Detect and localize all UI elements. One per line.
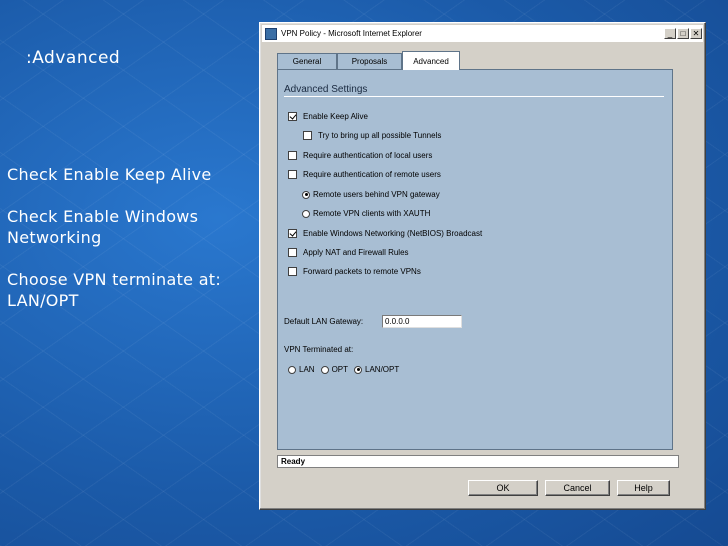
help-button[interactable]: Help [617,480,670,496]
auth-remote-label: Require authentication of remote users [303,170,441,179]
auth-remote-checkbox[interactable] [288,170,297,179]
auth-local-checkbox[interactable] [288,151,297,160]
section-divider [284,96,664,97]
auth-local-label: Require authentication of local users [303,151,433,160]
remote-xauth-label: Remote VPN clients with XAUTH [313,209,431,218]
note-keep-alive: Check Enable Keep Alive [7,165,212,184]
netbios-checkbox[interactable] [288,229,297,238]
remote-behind-gateway-label: Remote users behind VPN gateway [313,190,440,199]
nat-rules-label: Apply NAT and Firewall Rules [303,248,409,257]
option-remote-xauth[interactable]: Remote VPN clients with XAUTH [302,209,430,218]
vpn-terminated-label: VPN Terminated at: [284,345,353,354]
forward-packets-label: Forward packets to remote VPNs [303,267,421,276]
section-title: Advanced Settings [284,84,368,95]
keep-alive-checkbox[interactable] [288,112,297,121]
option-nat-rules[interactable]: Apply NAT and Firewall Rules [288,248,409,257]
tab-advanced[interactable]: Advanced [402,51,460,70]
netbios-label: Enable Windows Networking (NetBIOS) Broa… [303,229,483,238]
slide-heading: :Advanced [26,48,121,68]
option-netbios[interactable]: Enable Windows Networking (NetBIOS) Broa… [288,229,482,238]
nat-rules-checkbox[interactable] [288,248,297,257]
forward-packets-checkbox[interactable] [288,267,297,276]
tab-bar: General Proposals Advanced [277,51,460,70]
remote-xauth-radio[interactable] [302,209,310,218]
option-auth-remote[interactable]: Require authentication of remote users [288,170,441,179]
maximize-icon[interactable]: □ [677,28,689,39]
ie-app-icon [265,27,277,40]
window-titlebar[interactable]: VPN Policy - Microsoft Internet Explorer… [262,25,703,42]
default-lan-gateway-label: Default LAN Gateway: [284,317,363,326]
vpn-lan-radio[interactable] [288,365,296,374]
vpn-opt-label: OPT [331,365,349,374]
close-icon[interactable]: ✕ [690,28,702,39]
option-keep-alive[interactable]: Enable Keep Alive [288,112,368,121]
vpn-terminated-text: VPN Terminated at: [284,345,354,354]
status-bar: Ready [277,455,679,468]
option-forward-packets[interactable]: Forward packets to remote VPNs [288,267,421,276]
minimize-icon[interactable]: _ [664,28,676,39]
tab-general[interactable]: General [277,53,337,69]
note-vpn-terminate: Choose VPN terminate at: LAN/OPT [7,270,222,310]
slide-notes: Check Enable Keep Alive Check Enable Win… [7,164,242,332]
vpn-lan-opt-radio[interactable] [354,365,363,374]
default-lan-gateway-input[interactable]: 0.0.0.0 [382,315,462,328]
tab-proposals[interactable]: Proposals [337,53,402,69]
vpn-terminated-options: LAN OPT LAN/OPT [288,365,399,374]
window-title: VPN Policy - Microsoft Internet Explorer [281,29,422,38]
bring-up-tunnels-label: Try to bring up all possible Tunnels [318,131,442,140]
option-auth-local[interactable]: Require authentication of local users [288,151,432,160]
vpn-lan-opt-label: LAN/OPT [365,365,400,374]
remote-behind-gateway-radio[interactable] [302,190,310,199]
option-remote-behind-gateway[interactable]: Remote users behind VPN gateway [302,190,440,199]
note-windows-networking: Check Enable Windows Networking [7,207,199,247]
ok-button[interactable]: OK [468,480,538,496]
vpn-policy-window: VPN Policy - Microsoft Internet Explorer… [259,22,706,510]
default-lan-gateway-text: Default LAN Gateway: [284,317,364,326]
bring-up-tunnels-checkbox[interactable] [303,131,312,140]
vpn-lan-label: LAN [299,365,315,374]
cancel-button[interactable]: Cancel [545,480,610,496]
option-bring-up-tunnels[interactable]: Try to bring up all possible Tunnels [303,131,441,140]
keep-alive-label: Enable Keep Alive [303,112,368,121]
advanced-settings-panel: Advanced Settings Enable Keep Alive Try … [277,69,673,450]
vpn-opt-radio[interactable] [320,365,329,374]
